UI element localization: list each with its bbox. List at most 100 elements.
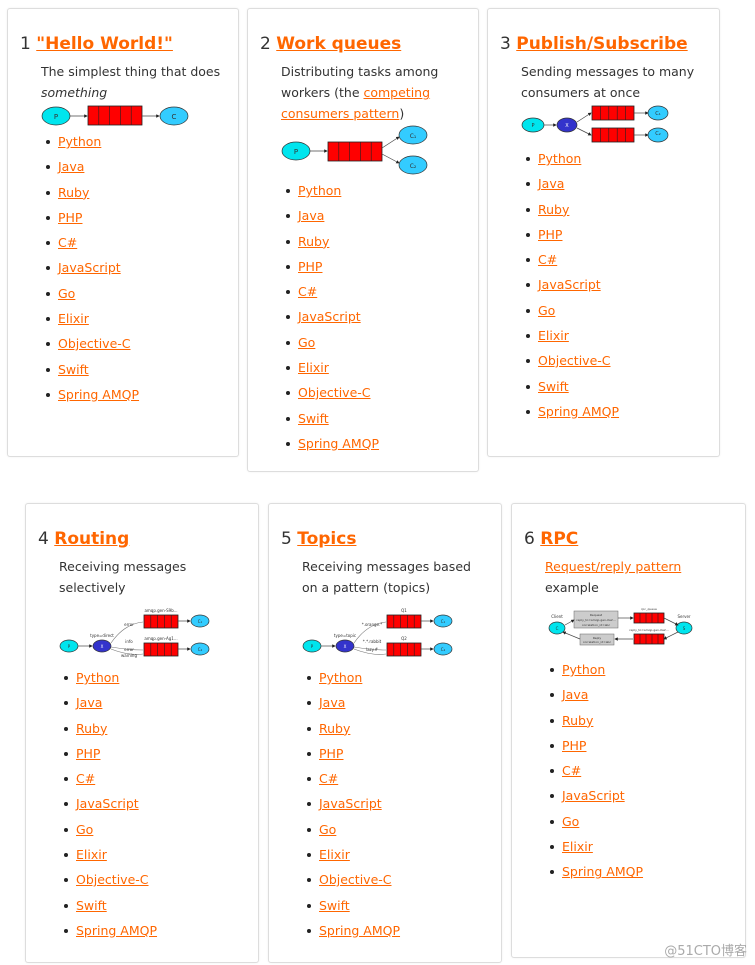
language-link[interactable]: Objective-C (58, 336, 131, 351)
diagram-label: P (294, 148, 298, 156)
language-link[interactable]: Elixir (76, 847, 107, 862)
language-link[interactable]: JavaScript (562, 788, 625, 803)
language-link[interactable]: Spring AMQP (562, 864, 643, 879)
tutorial-title-link[interactable]: Routing (54, 529, 129, 549)
queue-icon (327, 141, 383, 162)
language-link[interactable]: C# (319, 771, 338, 786)
language-item: Go (64, 817, 258, 842)
language-link[interactable]: Objective-C (538, 353, 611, 368)
language-link[interactable]: Spring AMQP (58, 387, 139, 402)
language-link[interactable]: Elixir (298, 360, 329, 375)
language-link[interactable]: Python (58, 134, 101, 149)
language-link[interactable]: Spring AMQP (298, 436, 379, 451)
language-link[interactable]: Java (562, 687, 588, 702)
language-item: Elixir (46, 306, 238, 331)
language-link[interactable]: JavaScript (319, 796, 382, 811)
language-link[interactable]: PHP (538, 227, 562, 242)
language-item: Java (64, 690, 258, 715)
language-link[interactable]: Python (538, 151, 581, 166)
language-link[interactable]: Objective-C (319, 872, 392, 887)
language-link[interactable]: JavaScript (538, 277, 601, 292)
language-link[interactable]: Spring AMQP (538, 404, 619, 419)
language-item: Go (307, 817, 501, 842)
language-link[interactable]: Swift (538, 379, 569, 394)
language-link[interactable]: Java (538, 176, 564, 191)
language-link[interactable]: Objective-C (76, 872, 149, 887)
tutorial-title-link[interactable]: Topics (297, 529, 356, 549)
language-link[interactable]: Swift (58, 362, 89, 377)
tutorial-title-link[interactable]: Work queues (276, 34, 401, 54)
language-link[interactable]: PHP (58, 210, 82, 225)
language-link[interactable]: Swift (76, 898, 107, 913)
language-link[interactable]: Elixir (562, 839, 593, 854)
language-link[interactable]: Go (562, 814, 579, 829)
language-list: Python Java Ruby PHP C# JavaScript Go Elixir Obj… (281, 665, 501, 943)
diagram-label: rpc_queue (641, 607, 657, 611)
tutorial-title: 3 Publish/Subscribe (500, 33, 719, 55)
tutorial-title-link[interactable]: Publish/Subscribe (516, 34, 687, 54)
language-item: Go (286, 330, 478, 355)
language-item: C# (286, 279, 478, 304)
language-item: Spring AMQP (286, 431, 478, 456)
language-link[interactable]: Java (58, 159, 84, 174)
language-link[interactable]: Ruby (562, 713, 593, 728)
language-link[interactable]: Python (562, 662, 605, 677)
language-link[interactable]: Go (76, 822, 93, 837)
language-link[interactable]: Elixir (319, 847, 350, 862)
tutorial-number: 4 (38, 529, 49, 549)
language-link[interactable]: Swift (319, 898, 350, 913)
tutorial-card-5: 5 Topics Receiving messages based on a p… (268, 503, 502, 963)
language-link[interactable]: C# (298, 284, 317, 299)
language-link[interactable]: Go (58, 286, 75, 301)
language-link[interactable]: Elixir (538, 328, 569, 343)
language-link[interactable]: PHP (319, 746, 343, 761)
language-link[interactable]: Elixir (58, 311, 89, 326)
language-link[interactable]: Ruby (58, 185, 89, 200)
language-link[interactable]: Ruby (538, 202, 569, 217)
language-item: Objective-C (526, 348, 719, 373)
work-diagram: P C₁ C₂ (281, 125, 428, 175)
diagram-label: correlation_id=abc (583, 640, 612, 644)
tutorial-title-link[interactable]: RPC (540, 529, 578, 549)
language-link[interactable]: C# (58, 235, 77, 250)
diagram-label: Request (590, 613, 603, 617)
language-link[interactable]: Spring AMQP (76, 923, 157, 938)
language-item: Python (550, 657, 745, 682)
language-link[interactable]: Ruby (319, 721, 350, 736)
diagram-label: type=topic (334, 633, 356, 638)
diagram-label: Client (551, 614, 563, 619)
language-link[interactable]: Spring AMQP (319, 923, 400, 938)
language-link[interactable]: Swift (298, 411, 329, 426)
language-link[interactable]: Python (319, 670, 362, 685)
tutorial-description: The simplest thing that does something (41, 61, 226, 103)
language-link[interactable]: C# (76, 771, 95, 786)
language-link[interactable]: Java (76, 695, 102, 710)
language-link[interactable]: Java (319, 695, 345, 710)
language-link[interactable]: PHP (298, 259, 322, 274)
diagram-label: amqp.gen-Ag1... (144, 636, 177, 641)
language-item: Ruby (550, 708, 745, 733)
language-link[interactable]: C# (562, 763, 581, 778)
language-link[interactable]: PHP (562, 738, 586, 753)
language-link[interactable]: Java (298, 208, 324, 223)
language-link[interactable]: Objective-C (298, 385, 371, 400)
language-link[interactable]: Go (319, 822, 336, 837)
language-link[interactable]: JavaScript (298, 309, 361, 324)
language-link[interactable]: Ruby (298, 234, 329, 249)
language-link[interactable]: Go (298, 335, 315, 350)
diagram-label: Q2 (401, 636, 407, 641)
tutorial-title-link[interactable]: "Hello World!" (36, 34, 173, 54)
language-link[interactable]: C# (538, 252, 557, 267)
language-link[interactable]: Ruby (76, 721, 107, 736)
language-link[interactable]: JavaScript (76, 796, 139, 811)
description-link[interactable]: Request/reply pattern (545, 559, 681, 574)
language-link[interactable]: PHP (76, 746, 100, 761)
tutorial-description: Receiving messages selectively (59, 556, 244, 598)
language-link[interactable]: Go (538, 303, 555, 318)
language-link[interactable]: JavaScript (58, 260, 121, 275)
language-item: C# (550, 758, 745, 783)
language-link[interactable]: Python (298, 183, 341, 198)
language-item: Java (46, 154, 238, 179)
language-link[interactable]: Python (76, 670, 119, 685)
language-item: Python (46, 129, 238, 154)
